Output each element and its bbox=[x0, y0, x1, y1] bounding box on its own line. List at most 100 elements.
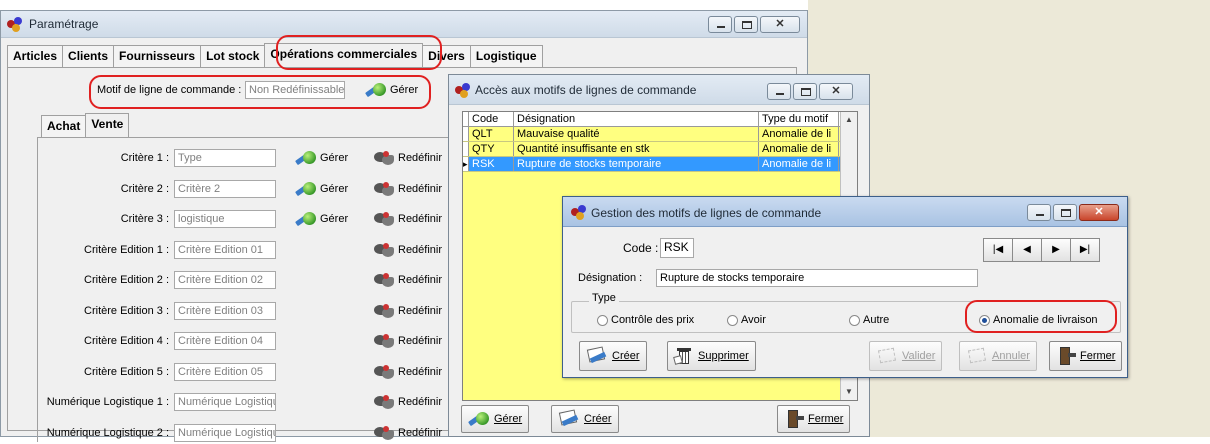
redefinir-button[interactable]: Redéfinir bbox=[373, 178, 442, 200]
gerer-button[interactable]: Gérer bbox=[461, 405, 530, 433]
parametrage-titlebar[interactable]: Paramétrage ✕ bbox=[1, 11, 807, 38]
redefine-icon bbox=[373, 363, 395, 381]
field-input[interactable]: Type bbox=[174, 149, 276, 167]
redefinir-button[interactable]: Redéfinir bbox=[373, 391, 442, 413]
gerer-label: Gérer bbox=[494, 413, 523, 425]
gerer-button[interactable]: Gérer bbox=[295, 178, 348, 200]
table-row[interactable]: ▸ RSK Rupture de stocks temporaire Anomalie… bbox=[463, 157, 857, 172]
column-header-designation[interactable]: Désignation bbox=[514, 112, 759, 126]
radio-anomalie-livraison[interactable]: Anomalie de livraison bbox=[979, 314, 1098, 326]
creer-button[interactable]: Créer bbox=[579, 341, 647, 371]
redefine-icon bbox=[373, 271, 395, 289]
valider-label: Valider bbox=[902, 350, 936, 362]
column-header-type[interactable]: Type du motif bbox=[759, 112, 839, 126]
field-input[interactable]: Critère Edition 02 bbox=[174, 271, 276, 289]
maximize-button[interactable] bbox=[734, 16, 758, 33]
close-button[interactable]: ✕ bbox=[1079, 204, 1119, 221]
minimize-button[interactable] bbox=[767, 83, 791, 100]
tab-2[interactable]: Fournisseurs bbox=[113, 45, 202, 67]
field-input[interactable]: Numérique Logistiqu bbox=[174, 424, 276, 442]
minimize-button[interactable] bbox=[708, 16, 732, 33]
tab-0[interactable]: Articles bbox=[7, 45, 64, 67]
radio-controle-prix[interactable]: Contrôle des prix bbox=[597, 314, 694, 326]
field-input[interactable]: Critère Edition 04 bbox=[174, 332, 276, 350]
tab-label: Lot stock bbox=[206, 49, 260, 63]
minimize-button[interactable] bbox=[1027, 204, 1051, 221]
radio-label: Autre bbox=[863, 314, 890, 326]
gerer-button[interactable]: Gérer bbox=[295, 208, 348, 230]
close-button[interactable]: ✕ bbox=[760, 16, 800, 33]
table-row[interactable]: QTY Quantité insuffisante en stk Anomalie … bbox=[463, 142, 857, 157]
field-input[interactable]: Numérique Logistiqu bbox=[174, 393, 276, 411]
redefinir-button[interactable]: Redéfinir bbox=[373, 422, 442, 444]
tab-1[interactable]: Clients bbox=[62, 45, 115, 67]
valider-button[interactable]: Valider bbox=[869, 341, 943, 371]
tab-3[interactable]: Lot stock bbox=[200, 45, 266, 67]
supprimer-button[interactable]: Supprimer bbox=[667, 341, 756, 371]
field-input[interactable]: Critère Edition 03 bbox=[174, 302, 276, 320]
redefinir-label: Redéfinir bbox=[398, 366, 443, 378]
maximize-button[interactable] bbox=[1053, 204, 1077, 221]
redefinir-label: Redéfinir bbox=[398, 396, 443, 408]
subtab-1[interactable]: Vente bbox=[85, 113, 130, 137]
redefinir-button[interactable]: Redéfinir bbox=[373, 147, 442, 169]
annuler-button[interactable]: Annuler bbox=[959, 341, 1037, 371]
redefinir-button[interactable]: Redéfinir bbox=[373, 239, 442, 261]
cell-type: Anomalie de li bbox=[759, 127, 839, 141]
field-input[interactable]: Critère 2 bbox=[174, 180, 276, 198]
previous-record-button[interactable]: ◀ bbox=[1012, 238, 1042, 262]
redefinir-label: Redéfinir bbox=[398, 152, 443, 164]
field-input[interactable]: logistique bbox=[174, 210, 276, 228]
designation-input[interactable]: Rupture de stocks temporaire bbox=[656, 269, 978, 287]
redefinir-button[interactable]: Redéfinir bbox=[373, 269, 442, 291]
gerer-label: Gérer bbox=[320, 183, 349, 195]
subtab-0[interactable]: Achat bbox=[41, 115, 87, 137]
redefinir-label: Redéfinir bbox=[398, 244, 443, 256]
cell-designation: Quantité insuffisante en stk bbox=[514, 142, 759, 156]
code-input[interactable]: RSK bbox=[660, 238, 694, 258]
maximize-button[interactable] bbox=[793, 83, 817, 100]
column-header-code[interactable]: Code bbox=[469, 112, 514, 126]
field-label: Critère Edition 5 : bbox=[84, 366, 169, 378]
fermer-button[interactable]: Fermer bbox=[1049, 341, 1123, 371]
code-label: Code : bbox=[623, 241, 659, 255]
redefinir-label: Redéfinir bbox=[398, 274, 443, 286]
motif-gerer-button[interactable]: Gérer bbox=[365, 79, 418, 101]
field-label: Critère 3 : bbox=[120, 213, 169, 225]
last-record-button[interactable]: ▶| bbox=[1070, 238, 1100, 262]
fermer-label: Fermer bbox=[1080, 350, 1116, 362]
tab-label: Clients bbox=[68, 49, 109, 63]
tab-5[interactable]: Divers bbox=[422, 45, 471, 67]
redefinir-button[interactable]: Redéfinir bbox=[373, 208, 442, 230]
redefinir-label: Redéfinir bbox=[398, 183, 443, 195]
field-input[interactable]: Critère Edition 05 bbox=[174, 363, 276, 381]
fermer-button[interactable]: Fermer bbox=[777, 405, 851, 433]
tab-label: Logistique bbox=[475, 49, 537, 63]
creer-button[interactable]: Créer bbox=[551, 405, 619, 433]
redefinir-button[interactable]: Redéfinir bbox=[373, 361, 442, 383]
gestion-titlebar[interactable]: Gestion des motifs de lignes de commande… bbox=[563, 197, 1127, 227]
redefinir-button[interactable]: Redéfinir bbox=[373, 330, 442, 352]
radio-avoir[interactable]: Avoir bbox=[727, 314, 766, 326]
radio-selected-icon bbox=[979, 314, 990, 326]
first-record-button[interactable]: |◀ bbox=[983, 238, 1013, 262]
scroll-down-icon[interactable]: ▼ bbox=[841, 384, 857, 400]
field-label: Critère 2 : bbox=[120, 183, 169, 195]
close-button[interactable]: ✕ bbox=[819, 83, 853, 100]
tab-4[interactable]: Opérations commerciales bbox=[264, 43, 424, 67]
motif-input[interactable]: Non Redéfinissable bbox=[245, 81, 345, 99]
cell-code: QTY bbox=[469, 142, 514, 156]
acces-titlebar[interactable]: Accès aux motifs de lignes de commande ✕ bbox=[449, 75, 869, 105]
next-record-button[interactable]: ▶ bbox=[1041, 238, 1071, 262]
field-input[interactable]: Critère Edition 01 bbox=[174, 241, 276, 259]
tab-6[interactable]: Logistique bbox=[469, 45, 543, 67]
redefine-icon bbox=[373, 393, 395, 411]
redefine-icon bbox=[373, 302, 395, 320]
gerer-button[interactable]: Gérer bbox=[295, 147, 348, 169]
table-row[interactable]: QLT Mauvaise qualité Anomalie de li bbox=[463, 127, 857, 142]
close-icon: ✕ bbox=[831, 85, 841, 97]
redefine-icon bbox=[373, 424, 395, 442]
radio-autre[interactable]: Autre bbox=[849, 314, 889, 326]
scroll-up-icon[interactable]: ▲ bbox=[841, 112, 857, 128]
redefinir-button[interactable]: Redéfinir bbox=[373, 300, 442, 322]
